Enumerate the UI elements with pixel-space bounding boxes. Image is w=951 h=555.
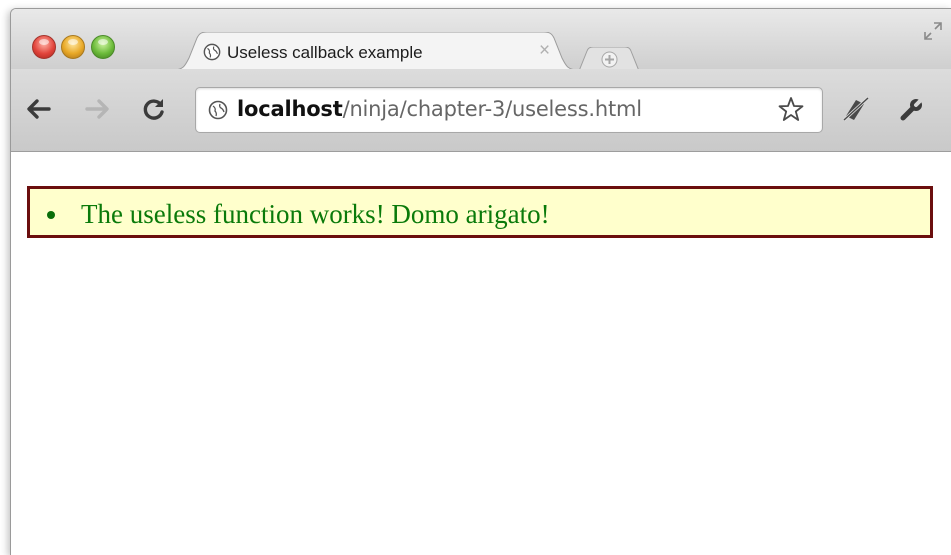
address-bar[interactable]: localhost/ninja/chapter-3/useless.html: [195, 87, 823, 133]
close-window-button[interactable]: [32, 35, 56, 59]
wrench-icon: [900, 97, 924, 121]
page-content: The useless function works! Domo arigato…: [11, 152, 951, 555]
results-list: The useless function works! Domo arigato…: [27, 186, 933, 238]
globe-icon: [203, 43, 221, 61]
toolbar: localhost/ninja/chapter-3/useless.html: [11, 69, 951, 152]
globe-icon: [208, 100, 228, 120]
plus-icon: [601, 51, 618, 68]
forward-button[interactable]: [83, 94, 113, 124]
result-text: The useless function works! Domo arigato…: [81, 199, 550, 229]
minimize-window-button[interactable]: [61, 35, 85, 59]
back-arrow-icon: [27, 99, 51, 119]
extension-button[interactable]: [841, 94, 871, 124]
star-icon[interactable]: [778, 96, 804, 122]
address-url[interactable]: localhost/ninja/chapter-3/useless.html: [237, 97, 642, 121]
url-path: /ninja/chapter-3/useless.html: [342, 97, 643, 121]
reload-icon: [143, 99, 164, 120]
bullet: [47, 210, 55, 219]
tab-strip: Useless callback example ×: [11, 9, 951, 72]
new-tab-button[interactable]: [578, 46, 640, 72]
tab-title: Useless callback example: [227, 43, 423, 62]
fullscreen-icon[interactable]: [923, 21, 943, 41]
reload-button[interactable]: [139, 94, 169, 124]
forward-arrow-icon: [85, 99, 109, 119]
extension-icon: [842, 96, 870, 122]
tab-close-icon[interactable]: ×: [539, 41, 550, 61]
result-item: The useless function works! Domo arigato…: [47, 199, 550, 230]
url-host: localhost: [237, 97, 343, 121]
wrench-menu-button[interactable]: [897, 94, 927, 124]
browser-window: Useless callback example × localhost/nin…: [10, 8, 951, 555]
tab-active[interactable]: Useless callback example ×: [173, 32, 578, 70]
back-button[interactable]: [23, 94, 53, 124]
zoom-window-button[interactable]: [91, 35, 115, 59]
